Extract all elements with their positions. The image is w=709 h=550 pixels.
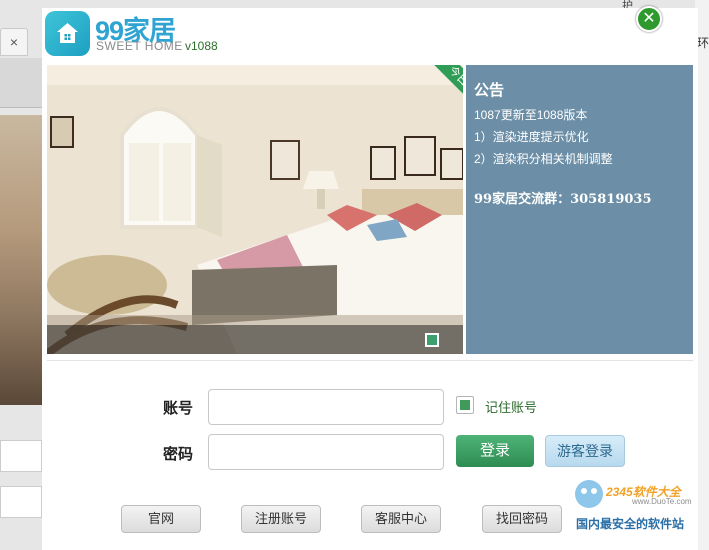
close-button[interactable]: ✕ <box>636 6 662 32</box>
background-field <box>0 440 42 472</box>
background-toolbar <box>0 58 42 108</box>
background-text: 环 <box>697 36 709 50</box>
announcement-line: 1）渲染进度提示优化 <box>474 130 589 144</box>
app-logo-subtitle: SWEET HOME <box>96 39 183 53</box>
login-button[interactable]: 登录 <box>456 435 534 467</box>
banner-caption-bar <box>47 325 463 354</box>
account-label: 账号 <box>163 400 194 417</box>
background-image <box>0 115 42 405</box>
guest-login-button[interactable]: 游客登录 <box>545 435 625 467</box>
qq-group-info: 99家居交流群：305819035 <box>474 192 652 207</box>
remember-account-checkbox[interactable] <box>456 396 474 414</box>
today-star-ribbon: 今日之星 <box>422 65 463 123</box>
bedroom-photo <box>47 65 463 354</box>
remember-account-label[interactable]: 记住账号 <box>485 397 537 416</box>
background-field <box>0 486 42 518</box>
background-tab-close[interactable]: × <box>0 28 28 56</box>
recover-password-button[interactable]: 找回密码 <box>482 505 562 533</box>
titlebar: 99家居 SWEET HOME v1088 <box>42 8 698 63</box>
support-center-button[interactable]: 客服中心 <box>361 505 441 533</box>
house-logo-icon <box>45 11 90 56</box>
register-button[interactable]: 注册账号 <box>241 505 321 533</box>
divider <box>47 360 693 361</box>
official-site-button[interactable]: 官网 <box>121 505 201 533</box>
version-label: v1088 <box>185 39 218 53</box>
login-dialog: 99家居 SWEET HOME v1088 今日之星 公告 1087更新至108… <box>42 8 698 550</box>
account-input[interactable] <box>208 389 444 425</box>
watermark-slogan: 国内最安全的软件站 <box>576 517 685 531</box>
banner-image[interactable]: 今日之星 <box>47 65 463 354</box>
password-input[interactable] <box>208 434 444 470</box>
checkbox-check-mark <box>460 400 470 410</box>
site-watermark: 2345软件大全 www.DuoTe.com 国内最安全的软件站 <box>570 475 709 535</box>
announcement-line: 2）渲染积分相关机制调整 <box>474 152 613 166</box>
announcement-panel: 公告 1087更新至1088版本 1）渲染进度提示优化 2）渲染积分相关机制调整… <box>466 65 693 354</box>
password-label: 密码 <box>163 446 194 463</box>
watermark-url: www.DuoTe.com <box>632 497 692 506</box>
announcement-title: 公告 <box>474 82 505 99</box>
watermark-logo-icon <box>575 480 603 508</box>
ribbon-label: 今日之星 <box>431 65 463 119</box>
banner-page-indicator[interactable] <box>425 333 439 347</box>
announcement-line: 1087更新至1088版本 <box>474 108 588 122</box>
